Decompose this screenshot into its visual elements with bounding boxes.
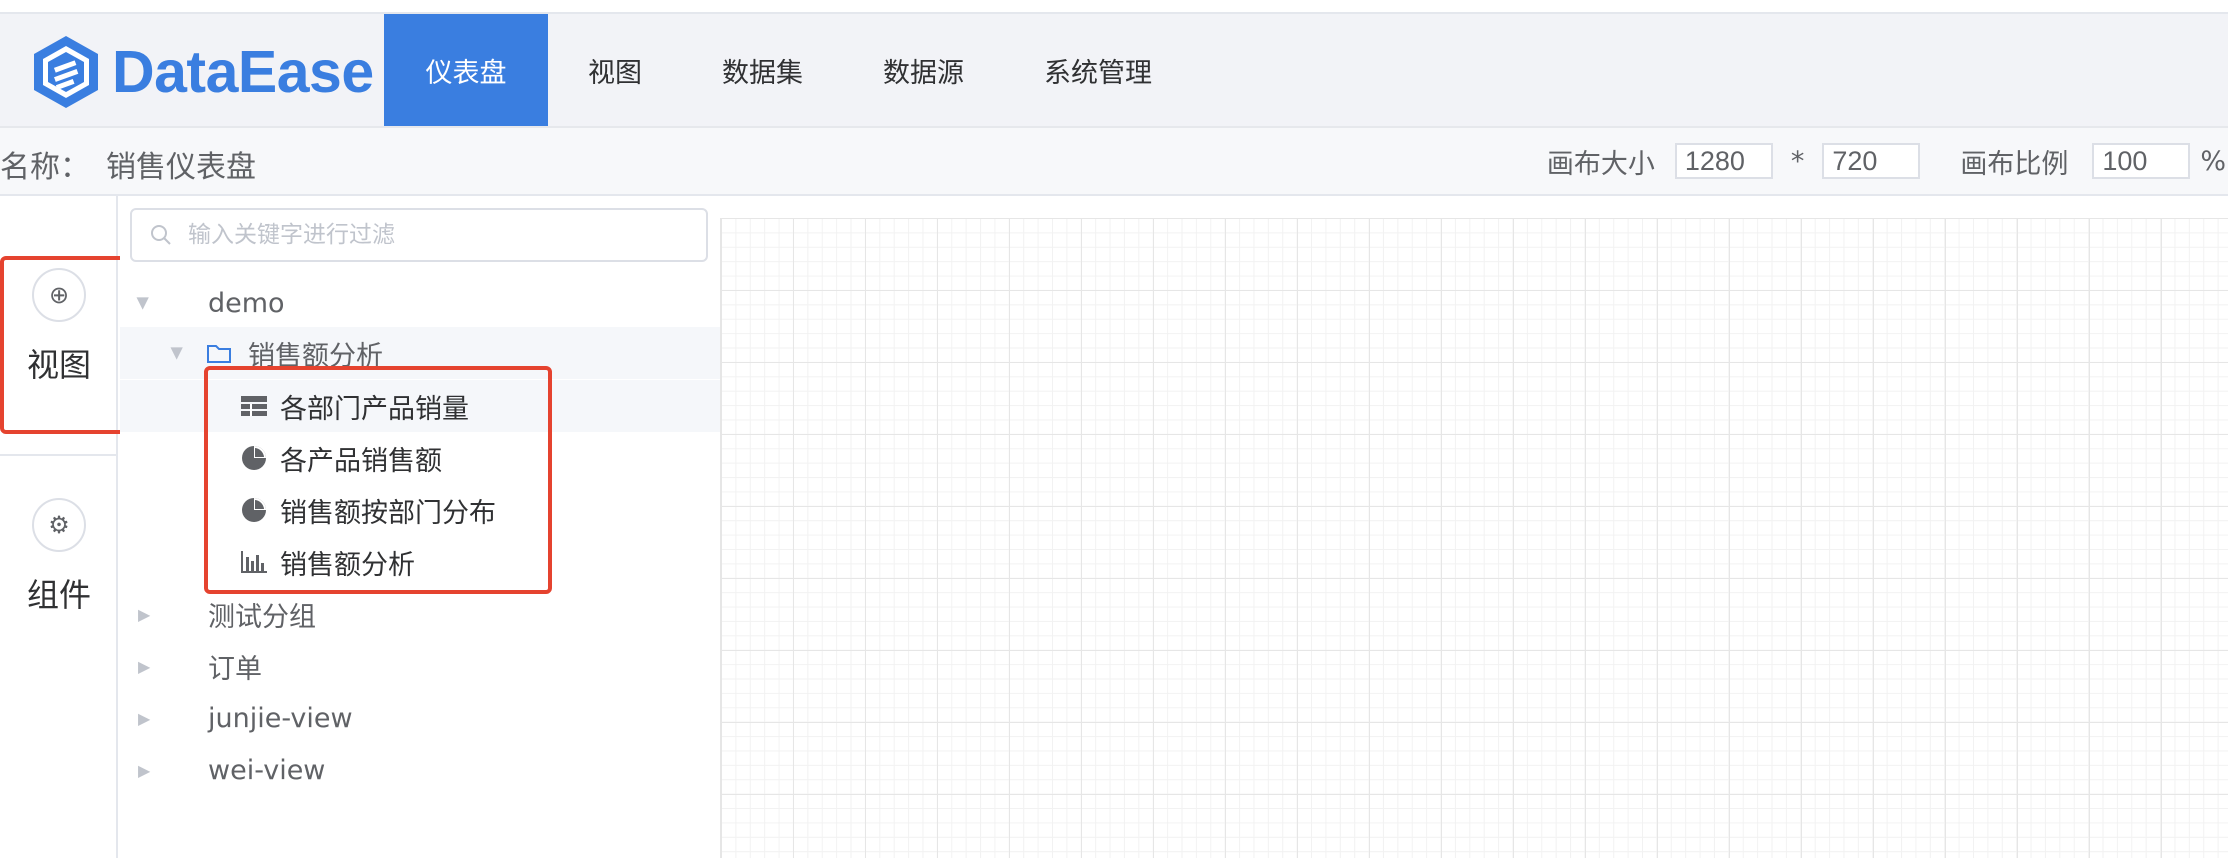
canvas-height-input[interactable] [1822,143,1921,179]
component-button[interactable]: ⚙ 组件 [0,498,118,616]
tree-node-wei-view[interactable]: ▶ wei-view [120,744,720,796]
tree-node-label: 订单 [208,653,262,685]
canvas-size-label: 画布大小 [1546,148,1655,180]
dashboard-name: 销售仪表盘 [106,150,256,185]
tree-search[interactable] [130,208,708,262]
caret-collapsed-icon: ▶ [138,708,151,728]
app-header: DataEase 仪表盘 视图 数据集 数据源 系统管理 [0,14,2228,128]
tree-node-orders[interactable]: ▶ 订单 [120,640,720,692]
component-tab-label: 组件 [26,576,91,614]
dashboard-canvas[interactable] [720,218,2228,858]
sidebar-divider [0,454,118,456]
tree-node-label: demo [208,287,285,319]
gear-icon: ⚙ [32,498,86,552]
dashboard-toolbar: 名称： 销售仪表盘 画布大小 * 画布比例 % [0,128,2228,196]
caret-collapsed-icon: ▶ [138,760,151,780]
folder-icon [207,345,231,363]
name-label: 名称： [0,150,90,185]
times-symbol: * [1790,145,1805,177]
dataease-logo[interactable]: DataEase [30,32,374,112]
tree-node-label: junjie-view [208,702,353,734]
main-nav: 仪表盘 视图 数据集 数据源 系统管理 [384,14,1192,126]
canvas-width-input[interactable] [1674,143,1773,179]
tree-node-label: 测试分组 [208,601,316,633]
caret-expanded-icon: ▶ [168,346,188,360]
tree-search-input[interactable] [186,221,670,249]
caret-collapsed-icon: ▶ [138,604,151,624]
nav-system-management[interactable]: 系统管理 [1004,14,1192,126]
nav-dashboard[interactable]: 仪表盘 [384,14,548,126]
canvas-ratio-label: 画布比例 [1960,148,2069,180]
nav-datasources[interactable]: 数据源 [843,14,1004,126]
nav-datasets[interactable]: 数据集 [682,14,843,126]
highlight-view-list [204,366,552,594]
tree-node-test-group[interactable]: ▶ 测试分组 [120,588,720,640]
canvas-ratio-input[interactable] [2092,143,2191,179]
logo-icon [34,36,98,108]
tree-node-junjie-view[interactable]: ▶ junjie-view [120,692,720,744]
tree-node-label: wei-view [208,754,326,786]
caret-expanded-icon: ▶ [134,296,154,310]
canvas-config: 画布大小 * 画布比例 % [1547,142,2228,180]
tree-node-demo[interactable]: ▶ demo [120,277,720,329]
search-icon [151,225,171,245]
logo-text: DataEase [112,39,374,105]
caret-collapsed-icon: ▶ [138,656,151,676]
percent-symbol: % [2200,145,2226,177]
nav-views[interactable]: 视图 [548,14,682,126]
top-border [0,0,2228,14]
